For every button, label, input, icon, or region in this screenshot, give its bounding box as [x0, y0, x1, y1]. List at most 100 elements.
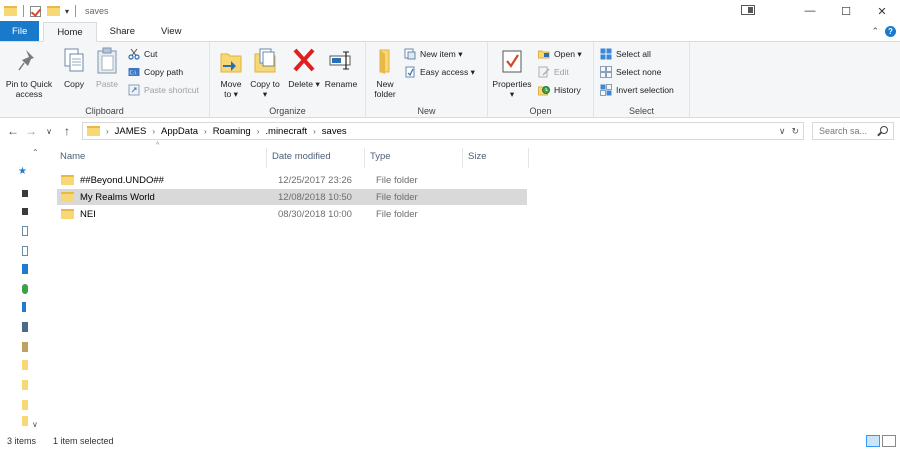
properties-button[interactable]: Properties ▾: [490, 46, 534, 99]
search-placeholder: Search sa...: [819, 126, 868, 136]
recent-locations-icon[interactable]: ∨: [40, 127, 58, 136]
pin-quick-access-button[interactable]: Pin to Quick access: [2, 46, 56, 99]
invert-selection-button[interactable]: Invert selection: [600, 84, 674, 96]
music-icon[interactable]: [22, 342, 28, 352]
column-divider[interactable]: [364, 148, 365, 168]
file-list: ^ Name Date modified Type Size ##Beyond.…: [52, 142, 900, 432]
scroll-up-arrow-icon[interactable]: ⌃: [32, 148, 39, 157]
help-icon[interactable]: ?: [885, 26, 896, 37]
customize-quick-access-icon[interactable]: ▾: [65, 7, 69, 16]
address-bar[interactable]: › JAMES › AppData › Roaming › .minecraft…: [82, 122, 804, 140]
desktop-icon[interactable]: [22, 264, 28, 274]
address-dropdown-icon[interactable]: ∨: [779, 126, 786, 137]
item-count: 3 items: [7, 436, 37, 446]
tab-share[interactable]: Share: [97, 21, 148, 41]
tab-view[interactable]: View: [148, 21, 194, 41]
chevron-right-icon[interactable]: ›: [106, 127, 109, 136]
breadcrumb-james[interactable]: JAMES: [115, 126, 147, 137]
new-folder-button[interactable]: New folder: [370, 46, 400, 99]
table-row[interactable]: NEI 08/30/2018 10:00 File folder: [57, 206, 527, 222]
drive-icon[interactable]: [22, 190, 28, 197]
minimize-ribbon-icon[interactable]: ⌃: [871, 26, 879, 37]
quick-access-star-icon[interactable]: ★: [18, 166, 27, 177]
folder-icon: [61, 175, 74, 185]
move-to-button[interactable]: Move to ▾: [216, 46, 246, 99]
breadcrumb-minecraft[interactable]: .minecraft: [265, 126, 307, 137]
properties-quick-icon[interactable]: [30, 5, 41, 17]
clipboard-group: Pin to Quick access Copy Paste Cut C:\ C…: [0, 42, 210, 118]
copy-icon: [64, 48, 84, 72]
minimize-button[interactable]: —: [792, 0, 828, 22]
column-header-size[interactable]: Size: [468, 151, 486, 162]
folder-icon[interactable]: [22, 416, 28, 426]
details-view-icon[interactable]: [866, 435, 880, 447]
easy-access-button[interactable]: Easy access ▾: [404, 66, 475, 78]
chevron-right-icon[interactable]: ›: [257, 127, 260, 136]
breadcrumb-roaming[interactable]: Roaming: [213, 126, 251, 137]
snap-icon[interactable]: [741, 5, 755, 15]
rename-icon: [329, 51, 351, 70]
column-header-type[interactable]: Type: [370, 151, 391, 162]
new-group: New folder New item ▾ Easy access ▾ New: [366, 42, 488, 118]
search-input[interactable]: Search sa...: [812, 122, 894, 140]
copy-path-button[interactable]: C:\ Copy path: [128, 66, 183, 78]
refresh-icon[interactable]: ↻: [791, 126, 799, 137]
new-folder-quick-icon[interactable]: [47, 6, 60, 16]
open-label: Open: [529, 106, 552, 116]
close-button[interactable]: ✕: [864, 0, 900, 22]
selection-count: 1 item selected: [53, 436, 114, 446]
column-divider[interactable]: [528, 148, 529, 168]
document-icon[interactable]: [22, 246, 28, 256]
select-group: Select all Select none Invert selection …: [594, 42, 690, 118]
copy-button[interactable]: Copy: [60, 46, 88, 89]
svg-text:C:\: C:\: [130, 70, 137, 76]
properties-icon: [502, 50, 522, 73]
back-arrow-icon[interactable]: ←: [4, 124, 22, 138]
pictures-icon[interactable]: [22, 322, 28, 332]
downloads-icon[interactable]: [22, 302, 26, 312]
breadcrumb-appdata[interactable]: AppData: [161, 126, 198, 137]
tab-file[interactable]: File: [0, 21, 40, 41]
column-header-name[interactable]: Name: [60, 151, 85, 162]
forward-arrow-icon[interactable]: →: [22, 124, 40, 138]
select-all-button[interactable]: Select all: [600, 48, 651, 60]
select-all-icon: [600, 48, 612, 60]
large-icons-view-icon[interactable]: [882, 435, 896, 447]
new-item-button[interactable]: New item ▾: [404, 48, 463, 60]
select-none-button[interactable]: Select none: [600, 66, 661, 78]
breadcrumb-saves[interactable]: saves: [322, 126, 347, 137]
scroll-down-arrow-icon[interactable]: ∨: [32, 420, 38, 429]
tab-home[interactable]: Home: [43, 22, 97, 42]
rename-button[interactable]: Rename: [322, 46, 360, 89]
sort-ascending-icon: ^: [156, 142, 160, 149]
edit-icon: [538, 66, 550, 78]
column-divider[interactable]: [462, 148, 463, 168]
paste-shortcut-button[interactable]: Paste shortcut: [128, 84, 199, 96]
delete-icon: [293, 48, 315, 72]
folder-icon[interactable]: [22, 400, 28, 410]
up-arrow-icon[interactable]: ↑: [58, 124, 76, 138]
drive-icon[interactable]: [22, 208, 28, 215]
chevron-right-icon[interactable]: ›: [204, 127, 207, 136]
chevron-right-icon[interactable]: ›: [152, 127, 155, 136]
delete-button[interactable]: Delete ▾: [288, 46, 320, 89]
document-icon[interactable]: [22, 226, 28, 236]
column-header-date[interactable]: Date modified: [272, 151, 331, 162]
onedrive-icon[interactable]: [22, 284, 28, 294]
table-row[interactable]: My Realms World 12/08/2018 10:50 File fo…: [57, 189, 527, 205]
paste-button[interactable]: Paste: [92, 46, 122, 89]
column-divider[interactable]: [266, 148, 267, 168]
chevron-right-icon[interactable]: ›: [313, 127, 316, 136]
folder-icon: [61, 192, 74, 202]
maximize-button[interactable]: ☐: [828, 0, 864, 22]
cut-button[interactable]: Cut: [128, 48, 157, 60]
open-button[interactable]: Open ▾: [538, 48, 582, 60]
history-button[interactable]: History: [538, 84, 581, 96]
table-row[interactable]: ##Beyond.UNDO## 12/25/2017 23:26 File fo…: [57, 172, 527, 188]
window-title: saves: [85, 6, 109, 16]
folder-icon[interactable]: [22, 360, 28, 370]
edit-button[interactable]: Edit: [538, 66, 569, 78]
new-item-icon: [404, 48, 416, 60]
copy-to-button[interactable]: Copy to ▾: [250, 46, 280, 99]
folder-icon[interactable]: [22, 380, 28, 390]
